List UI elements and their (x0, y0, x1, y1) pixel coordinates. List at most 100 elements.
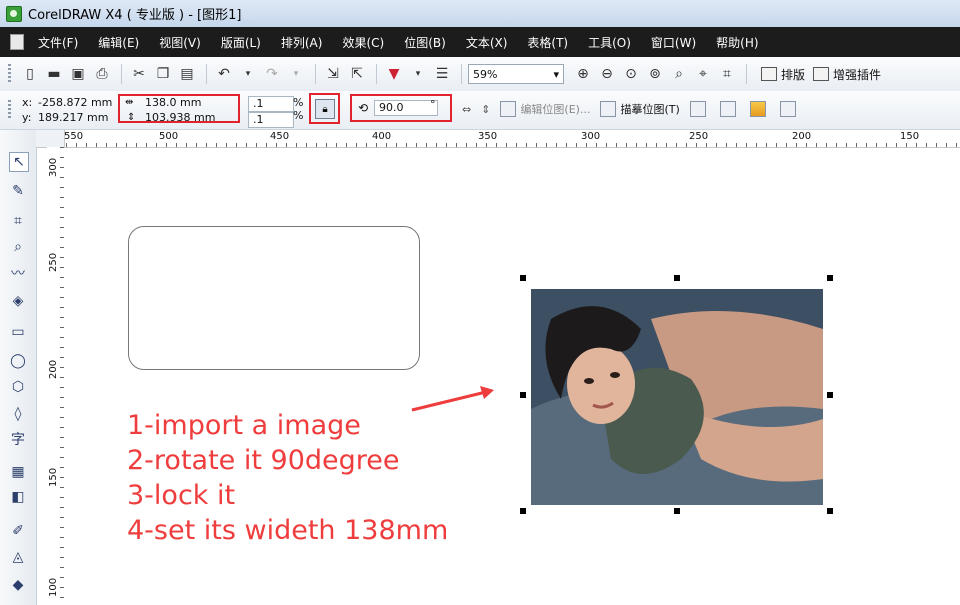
ruler-label: 500 (159, 131, 179, 142)
zoom-width-icon[interactable]: ⌖ (692, 63, 714, 85)
ruler-label: 300 (48, 157, 59, 177)
menu-arrange[interactable]: 排列(A) (281, 34, 323, 51)
freehand-tool-icon[interactable]: 〰 (9, 264, 27, 282)
ellipse-tool-icon[interactable]: ◯ (9, 352, 27, 370)
new-document-icon[interactable]: ▯ (19, 63, 41, 85)
menu-text[interactable]: 文本(X) (466, 34, 508, 51)
selection-handle-l[interactable] (520, 392, 526, 398)
drawing-canvas[interactable]: 1-import a image 2-rotate it 90degree 3-… (64, 148, 960, 605)
redo-icon[interactable]: ↷ (261, 63, 283, 85)
horizontal-ruler[interactable]: 550 500 450 400 350 300 250 200 150 (36, 130, 960, 148)
import-icon[interactable]: ⇲ (322, 63, 344, 85)
undo-dropdown-icon[interactable]: ▾ (237, 63, 259, 85)
rounded-rectangle-shape[interactable] (128, 226, 420, 370)
outline-tool-icon[interactable]: ◬ (9, 548, 27, 566)
bitmap-color-mask-icon[interactable] (749, 101, 770, 117)
application-launcher-icon[interactable]: ▼ (383, 63, 405, 85)
toolbar-grip[interactable] (8, 64, 11, 84)
selection-handle-bl[interactable] (520, 508, 526, 514)
zoom-out-icon[interactable]: ⊖ (596, 63, 618, 85)
menu-file[interactable]: 文件(F) (38, 34, 78, 51)
selection-handle-br[interactable] (827, 508, 833, 514)
zoom-height-icon[interactable]: ⌗ (716, 63, 738, 85)
fill-tool-icon[interactable]: ◆ (9, 576, 27, 594)
menu-layout[interactable]: 版面(L) (221, 34, 261, 51)
rectangle-tool-icon[interactable]: ▭ (9, 323, 27, 341)
plugin-button[interactable]: 增强插件 (813, 66, 881, 83)
menu-bitmaps[interactable]: 位图(B) (404, 34, 446, 51)
photo-illustration (531, 289, 823, 505)
print-icon[interactable]: ⎙ (91, 63, 113, 85)
menu-window[interactable]: 窗口(W) (651, 34, 696, 51)
text-tool-icon[interactable]: 字 (9, 430, 27, 448)
layout-button[interactable]: 排版 (761, 66, 805, 83)
window-title: CorelDRAW X4 ( 专业版 ) - [图形1] (28, 8, 242, 23)
ruler-label: 450 (270, 131, 290, 142)
welcome-screen-icon[interactable]: ☰ (431, 63, 453, 85)
crop-bitmap-icon[interactable] (689, 101, 710, 117)
document-icon[interactable] (10, 34, 24, 50)
interactive-blend-tool-icon[interactable]: ◧ (9, 488, 27, 506)
menu-tools[interactable]: 工具(O) (588, 34, 631, 51)
plugin-icon (813, 67, 830, 81)
menu-effects[interactable]: 效果(C) (342, 34, 384, 51)
instruction-step-1: 1-import a image (127, 410, 361, 441)
mirror-horizontal-icon[interactable]: ⇔ (462, 103, 471, 116)
shape-tool-icon[interactable]: ✎ (9, 182, 27, 200)
smart-fill-tool-icon[interactable]: ◈ (9, 292, 27, 310)
menu-table[interactable]: 表格(T) (527, 34, 568, 51)
open-folder-icon[interactable]: ▬ (43, 63, 65, 85)
edit-bitmap-button[interactable]: 编辑位图(E)... (500, 101, 590, 117)
menu-view[interactable]: 视图(V) (159, 34, 201, 51)
zoom-in-icon[interactable]: ⊕ (572, 63, 594, 85)
resample-icon[interactable] (719, 101, 740, 117)
vertical-ruler[interactable]: 300 250 200 150 100 (47, 147, 65, 605)
save-icon[interactable]: ▣ (67, 63, 89, 85)
selection-handle-tl[interactable] (520, 275, 526, 281)
instruction-step-2: 2-rotate it 90degree (127, 445, 400, 476)
polygon-tool-icon[interactable]: ⬡ (9, 378, 27, 396)
zoom-selected-icon[interactable]: ⊙ (620, 63, 642, 85)
scale-width-field[interactable]: .1 (248, 96, 294, 112)
zoom-tool-icon[interactable]: ⌕ (9, 238, 27, 256)
separator (376, 64, 377, 84)
crop-tool-icon[interactable]: ⌗ (9, 212, 27, 230)
eyedropper-tool-icon[interactable]: ✐ (9, 522, 27, 540)
menu-edit[interactable]: 编辑(E) (98, 34, 139, 51)
paste-icon[interactable]: ▤ (176, 63, 198, 85)
y-position-value[interactable]: 189.217 mm (38, 111, 108, 124)
toolbox: ↖ ✎ ⌗ ⌕ 〰 ◈ ▭ ◯ ⬡ ◊ 字 ▦ ◧ ✐ ◬ ◆ (0, 130, 37, 605)
mirror-vertical-icon[interactable]: ⇕ (481, 103, 490, 116)
layout-icon (761, 67, 777, 81)
zoom-level-select[interactable]: 59% ▾ (468, 64, 564, 84)
trace-bitmap-button[interactable]: 描摹位图(T) (600, 101, 680, 117)
export-icon[interactable]: ⇱ (346, 63, 368, 85)
table-tool-icon[interactable]: ▦ (9, 463, 27, 481)
zoom-page-icon[interactable]: ⌕ (668, 63, 690, 85)
basic-shapes-tool-icon[interactable]: ◊ (9, 405, 27, 423)
rotation-highlight-box (350, 94, 452, 122)
standard-toolbar: ▯ ▬ ▣ ⎙ ✂ ❐ ▤ ↶ ▾ ↷ ▾ ⇲ ⇱ ▼ ▾ ☰ 59% ▾ ⊕ … (0, 57, 960, 92)
chevron-down-icon: ▾ (553, 67, 559, 81)
zoom-all-icon[interactable]: ⊚ (644, 63, 666, 85)
pick-tool-icon[interactable]: ↖ (9, 152, 29, 172)
selection-handle-r[interactable] (827, 392, 833, 398)
ruler-label: 200 (48, 359, 59, 379)
scale-height-field[interactable]: .1 (248, 112, 294, 128)
selection-handle-b[interactable] (674, 508, 680, 514)
propbar-grip[interactable] (8, 100, 11, 120)
undo-icon[interactable]: ↶ (213, 63, 235, 85)
selection-handle-t[interactable] (674, 275, 680, 281)
launcher-dropdown-icon[interactable]: ▾ (407, 63, 429, 85)
x-position-value[interactable]: -258.872 mm (38, 96, 112, 109)
wrap-text-icon[interactable] (779, 101, 800, 117)
ruler-origin[interactable] (36, 130, 65, 148)
selection-handle-tr[interactable] (827, 275, 833, 281)
redo-dropdown-icon[interactable]: ▾ (285, 63, 307, 85)
copy-icon[interactable]: ❐ (152, 63, 174, 85)
ruler-ticks (36, 143, 960, 147)
imported-photo[interactable] (531, 289, 823, 505)
cut-icon[interactable]: ✂ (128, 63, 150, 85)
menu-help[interactable]: 帮助(H) (716, 34, 758, 51)
zoom-level-value: 59% (473, 67, 498, 81)
